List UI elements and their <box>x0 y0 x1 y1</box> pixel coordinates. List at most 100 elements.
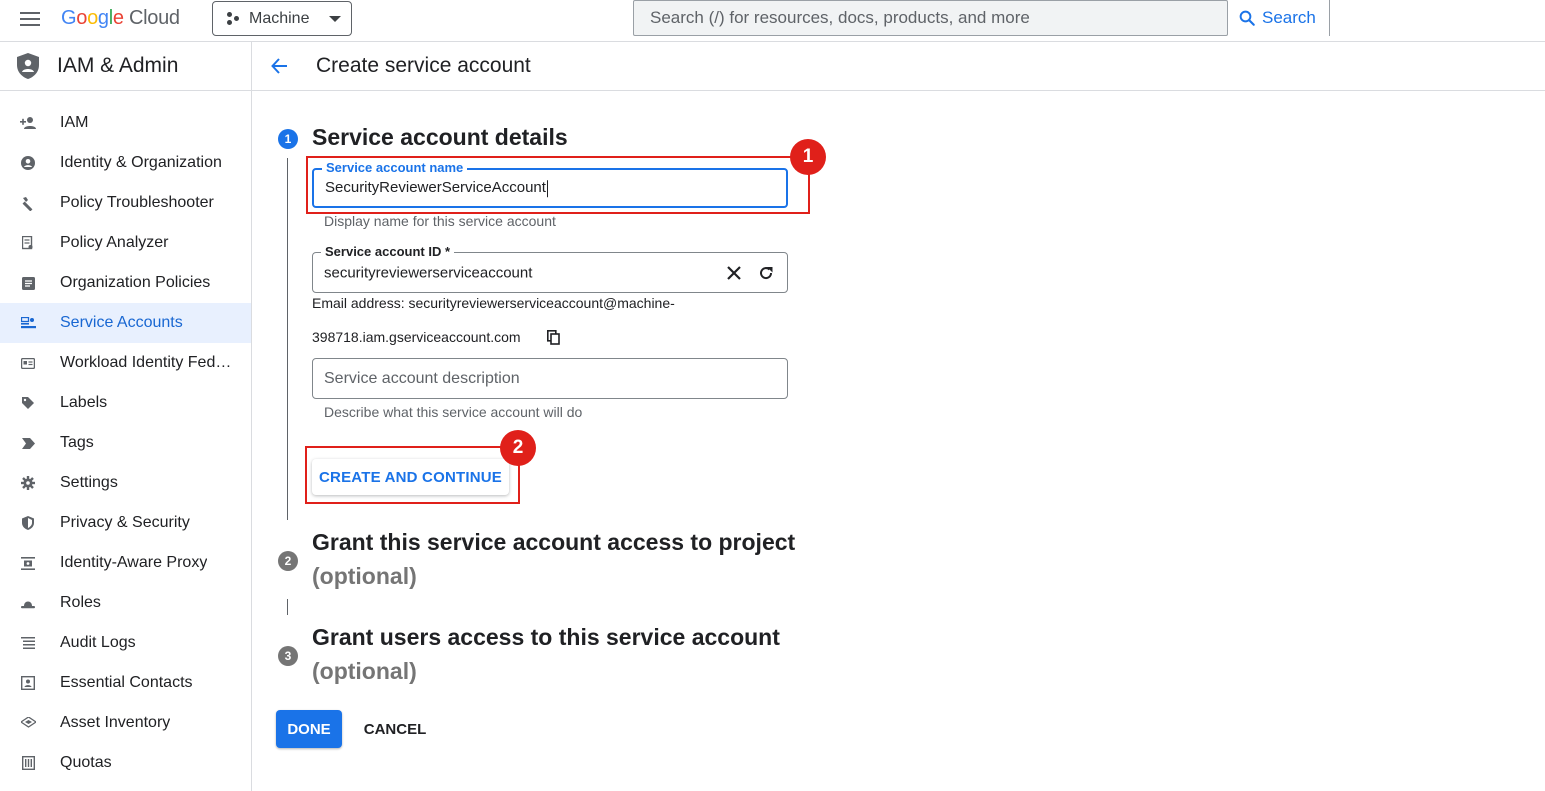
sidebar-item-labels[interactable]: Labels <box>0 383 251 423</box>
search-input[interactable]: Search (/) for resources, docs, products… <box>633 0 1228 36</box>
sidebar-item-label: Audit Logs <box>60 634 136 651</box>
sidebar-item-label: Service Accounts <box>60 314 183 331</box>
search-button[interactable]: Search <box>1232 0 1330 36</box>
email-address-line-1: Email address: securityreviewerserviceac… <box>312 295 675 311</box>
sidebar: IAM & Admin IAM Identity & Organization … <box>0 42 252 791</box>
wrench-icon <box>20 195 36 211</box>
service-account-id-field[interactable]: Service account ID * securityreviewerser… <box>312 244 788 293</box>
step-3-number: 3 <box>278 646 298 666</box>
service-account-icon <box>20 315 36 331</box>
list-doc-icon <box>20 275 36 291</box>
back-arrow-icon[interactable] <box>270 56 290 76</box>
annotation-badge-2: 2 <box>500 430 536 466</box>
annotation-highlight-1 <box>306 156 810 214</box>
gear-icon <box>20 475 36 491</box>
sidebar-item-audit-logs[interactable]: Audit Logs <box>0 623 251 663</box>
step-2-number: 2 <box>278 551 298 571</box>
sidebar-item-label: Policy Analyzer <box>60 234 169 251</box>
service-account-id-label: Service account ID * <box>321 244 454 259</box>
search-placeholder: Search (/) for resources, docs, products… <box>650 8 1030 27</box>
tag-icon <box>20 435 36 451</box>
account-circle-icon <box>20 155 36 171</box>
label-icon <box>20 395 36 411</box>
google-cloud-logo[interactable]: Google Cloud <box>61 7 180 30</box>
layers-icon <box>20 715 36 731</box>
sidebar-item-label: Organization Policies <box>60 274 211 291</box>
top-bar: Google Cloud Machine Search (/) for reso… <box>0 0 1545 42</box>
cancel-button[interactable]: CANCEL <box>356 710 434 748</box>
sidebar-item-identity-organization[interactable]: Identity & Organization <box>0 143 251 183</box>
sidebar-item-iam[interactable]: IAM <box>0 103 251 143</box>
iam-shield-icon <box>17 53 39 79</box>
project-hub-icon <box>227 11 241 26</box>
sidebar-item-quotas[interactable]: Quotas <box>0 743 251 783</box>
step-3-subtitle: (optional) <box>312 658 417 684</box>
email-address-line-2: 398718.iam.gserviceaccount.com <box>312 329 521 345</box>
done-button[interactable]: DONE <box>276 710 342 748</box>
service-account-description-hint: Describe what this service account will … <box>324 404 583 420</box>
sidebar-title: IAM & Admin <box>57 54 179 77</box>
sidebar-item-label: Identity & Organization <box>60 154 222 171</box>
roles-hat-icon <box>20 595 36 611</box>
step-1-number: 1 <box>278 129 298 149</box>
hamburger-menu-icon[interactable] <box>20 12 40 28</box>
sidebar-item-tags[interactable]: Tags <box>0 423 251 463</box>
sidebar-item-asset-inventory[interactable]: Asset Inventory <box>0 703 251 743</box>
shield-icon <box>20 515 36 531</box>
annotation-badge-1: 1 <box>790 139 826 175</box>
service-account-name-hint: Display name for this service account <box>324 213 556 229</box>
service-account-id-value: securityreviewerserviceaccount <box>324 264 533 281</box>
clear-icon[interactable] <box>724 263 744 283</box>
sidebar-item-identity-aware-proxy[interactable]: Identity-Aware Proxy <box>0 543 251 583</box>
sidebar-item-workload-identity-federation[interactable]: Workload Identity Feder… <box>0 343 251 383</box>
page-title: Create service account <box>316 54 531 77</box>
sidebar-item-label: Quotas <box>60 754 112 771</box>
refresh-icon[interactable] <box>756 263 776 283</box>
sidebar-item-label: Labels <box>60 394 108 411</box>
sidebar-item-service-accounts[interactable]: Service Accounts <box>0 303 251 343</box>
person-add-icon <box>20 115 36 131</box>
sidebar-item-label: Settings <box>60 474 118 491</box>
sidebar-item-label: Essential Contacts <box>60 674 193 691</box>
project-name: Machine <box>249 9 310 27</box>
sidebar-item-label: Roles <box>60 594 101 611</box>
project-picker[interactable]: Machine <box>212 1 352 36</box>
document-search-icon <box>20 235 36 251</box>
step-2-title[interactable]: Grant this service account access to pro… <box>312 529 795 556</box>
step-2-subtitle: (optional) <box>312 563 417 589</box>
step-1-title: Service account details <box>312 124 568 150</box>
id-card-icon <box>20 355 36 371</box>
logo-cloud-text: Cloud <box>129 7 180 29</box>
page-header: Create service account <box>252 42 1545 91</box>
step-3-title[interactable]: Grant users access to this service accou… <box>312 624 780 651</box>
sidebar-item-policy-analyzer[interactable]: Policy Analyzer <box>0 223 251 263</box>
sidebar-item-label: IAM <box>60 114 89 131</box>
step-connector <box>287 599 288 615</box>
sidebar-nav: IAM Identity & Organization Policy Troub… <box>0 91 251 783</box>
sidebar-item-essential-contacts[interactable]: Essential Contacts <box>0 663 251 703</box>
annotation-highlight-2 <box>305 446 520 504</box>
list-lines-icon <box>20 635 36 651</box>
sidebar-item-label: Asset Inventory <box>60 714 171 731</box>
service-account-description-field[interactable]: Service account description <box>312 358 788 399</box>
sidebar-item-label: Workload Identity Feder… <box>60 354 238 371</box>
step-connector <box>287 158 288 520</box>
sidebar-item-label: Privacy & Security <box>60 514 190 531</box>
sidebar-item-label: Identity-Aware Proxy <box>60 554 208 571</box>
search-icon <box>1239 10 1255 26</box>
copy-icon[interactable] <box>543 327 563 347</box>
contact-card-icon <box>20 675 36 691</box>
sidebar-item-policy-troubleshooter[interactable]: Policy Troubleshooter <box>0 183 251 223</box>
sidebar-item-roles[interactable]: Roles <box>0 583 251 623</box>
sidebar-header: IAM & Admin <box>0 42 251 91</box>
description-placeholder: Service account description <box>324 369 520 387</box>
sidebar-item-privacy-security[interactable]: Privacy & Security <box>0 503 251 543</box>
sidebar-item-label: Tags <box>60 434 94 451</box>
quota-icon <box>20 755 36 771</box>
search-button-label: Search <box>1262 8 1316 27</box>
proxy-icon <box>20 555 36 571</box>
sidebar-item-organization-policies[interactable]: Organization Policies <box>0 263 251 303</box>
chevron-down-icon <box>329 15 341 22</box>
sidebar-item-label: Policy Troubleshooter <box>60 194 214 211</box>
sidebar-item-settings[interactable]: Settings <box>0 463 251 503</box>
